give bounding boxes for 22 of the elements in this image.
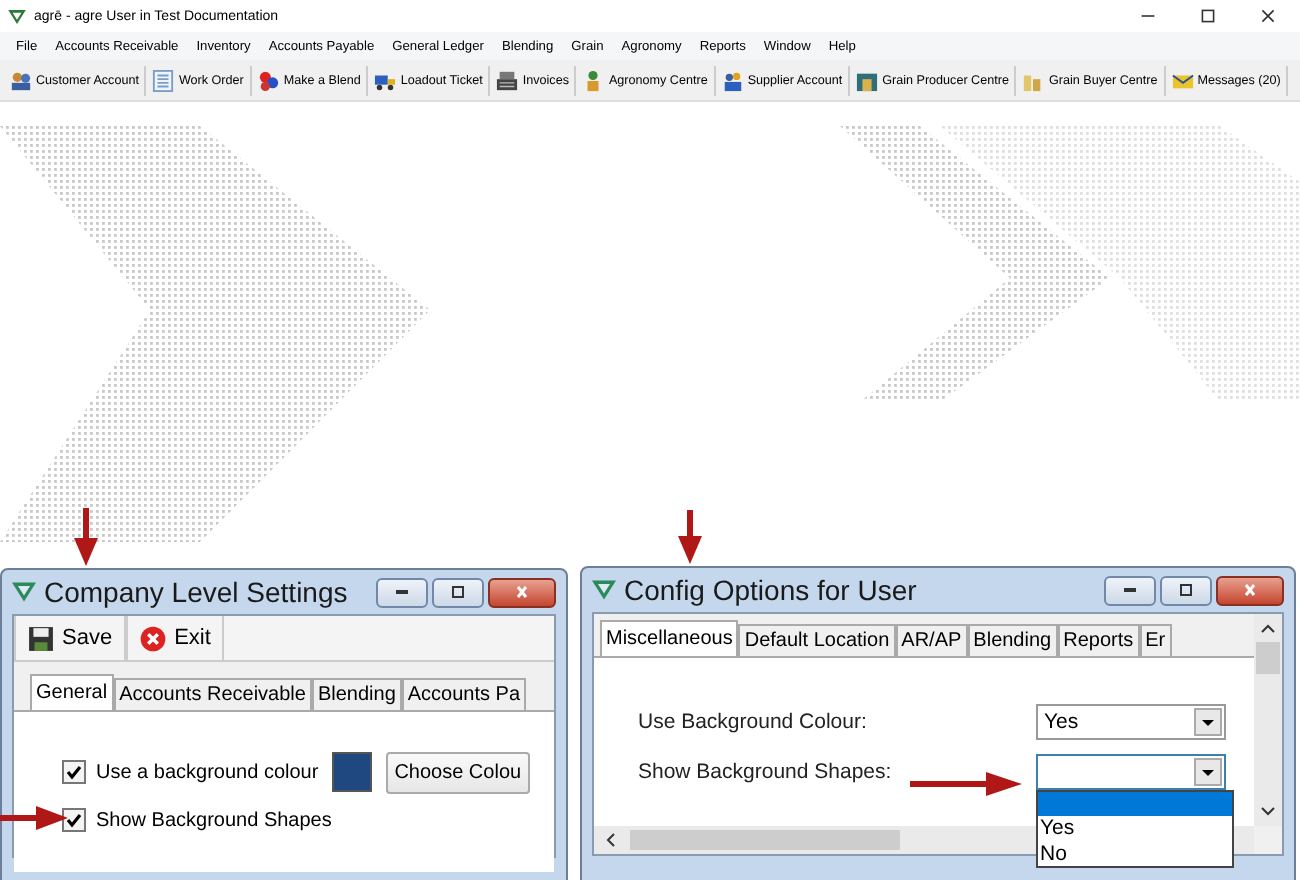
tab[interactable]: Default Location [738,624,896,656]
tab[interactable]: AR/AP [895,624,968,656]
tab[interactable]: Reports [1057,624,1140,656]
dropdown-option[interactable]: No [1038,841,1232,866]
tab[interactable]: Miscellaneous [600,620,739,656]
dropdown[interactable]: Yes [1036,703,1226,739]
tab[interactable]: Accounts Pa [401,678,527,710]
tab[interactable]: Er [1139,624,1172,656]
exit-button[interactable]: Exit [126,616,225,660]
checkbox-label: Use a background colour [96,761,319,783]
save-button[interactable]: Save [14,616,127,660]
window-title: Company Level Settings [44,576,348,608]
field-label: Use Background Colour: [638,709,867,733]
checkbox-label: Show Background Shapes [96,809,332,831]
window-title: Config Options for User [624,574,917,606]
tab[interactable]: General [30,674,114,710]
choose-colour-button[interactable]: Choose Colou [386,751,530,793]
tab[interactable]: Accounts Receivable [113,678,312,710]
dropdown-option[interactable]: Yes [1038,816,1232,841]
tab[interactable]: Blending [311,678,402,710]
tab[interactable]: Blending [967,624,1058,656]
field-label: Show Background Shapes: [638,759,892,783]
